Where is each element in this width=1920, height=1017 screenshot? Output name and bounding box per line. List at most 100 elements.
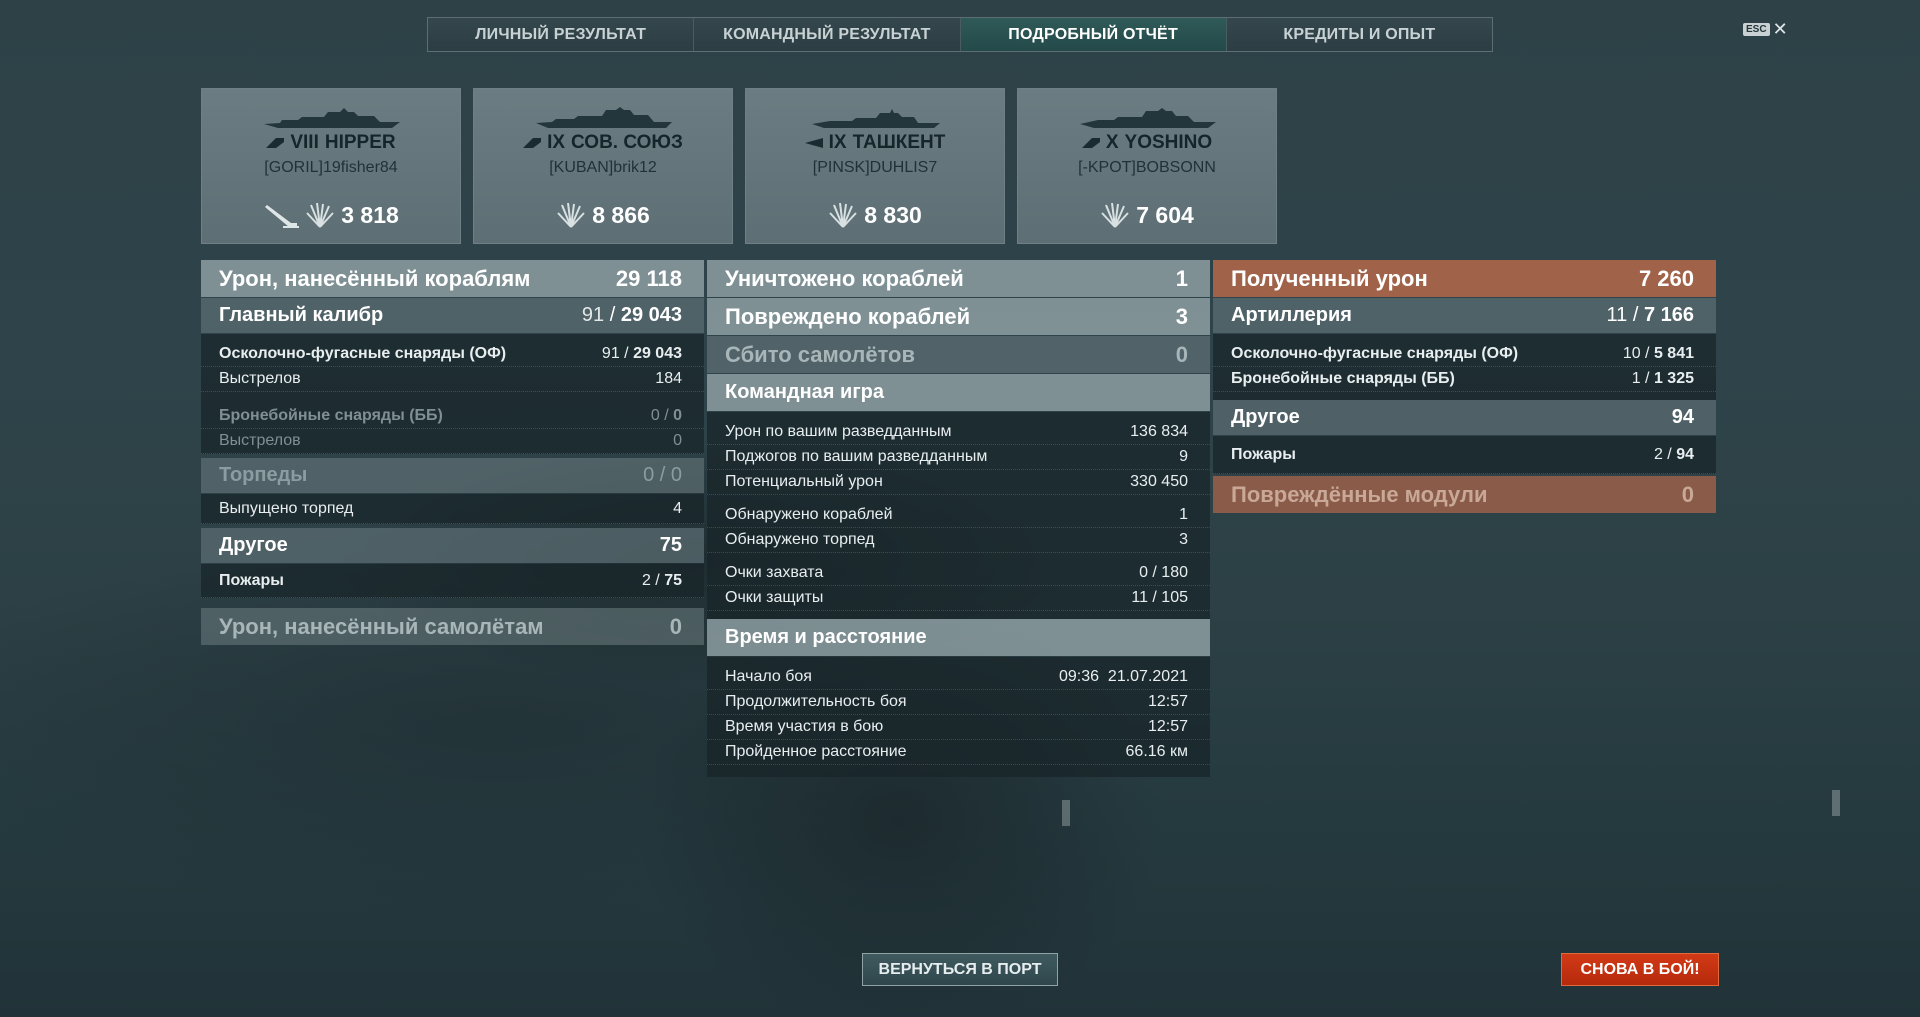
ship-tier: VIII xyxy=(290,132,319,153)
team-play-header: Командная игра xyxy=(707,374,1210,411)
row-label: Обнаружено торпед xyxy=(725,531,875,548)
damage-score: 7 604 xyxy=(1136,201,1194,228)
spotted-ships-row: Обнаружено кораблей 1 xyxy=(707,503,1210,528)
row-label: Поджогов по вашим разведданным xyxy=(725,448,988,465)
close-button[interactable]: ESC ✕ xyxy=(1743,20,1788,38)
row-value: 0 xyxy=(673,407,682,424)
torpedoes-row: Торпеды 0 / 0 xyxy=(201,458,704,493)
torpedoes-launched-row: Выпущено торпед 4 xyxy=(201,494,704,524)
tab-personal-result[interactable]: ЛИЧНЫЙ РЕЗУЛЬТАТ xyxy=(428,18,695,51)
ships-damaged-row: Повреждено кораблей 3 xyxy=(707,298,1210,335)
damage-icon xyxy=(829,202,857,228)
he-shots-row: Выстрелов 184 xyxy=(201,367,704,392)
ship-silhouette-icon xyxy=(264,108,400,128)
row-value: 1 xyxy=(1175,265,1188,291)
row-value: 94 xyxy=(1671,406,1694,428)
ship-card[interactable]: VIII HIPPER [GORIL]19fisher84 3 818 xyxy=(201,88,461,244)
ship-card[interactable]: IX СОВ. СОЮЗ [KUBAN]brik12 8 866 xyxy=(473,88,733,244)
damage-ships-row: Урон, нанесённый кораблям 29 118 xyxy=(201,260,704,297)
ship-card[interactable]: IX ТАШКЕНТ [PINSK]DUHLIS7 8 830 xyxy=(745,88,1005,244)
battle-again-button[interactable]: СНОВА В БОЙ! xyxy=(1561,953,1719,986)
damage-received-row: Полученный урон 7 260 xyxy=(1213,260,1716,297)
row-value: 0 / 180 xyxy=(1139,564,1188,581)
ships-destroyed-row: Уничтожено кораблей 1 xyxy=(707,260,1210,297)
row-value: 136 834 xyxy=(1130,423,1188,440)
ship-cards: VIII HIPPER [GORIL]19fisher84 3 818 IX С… xyxy=(201,88,1277,244)
row-label: Пожары xyxy=(1231,445,1296,463)
other-row: Другое 75 xyxy=(201,528,704,563)
received-other-row: Другое 94 xyxy=(1213,400,1716,435)
tab-credits-xp[interactable]: КРЕДИТЫ И ОПЫТ xyxy=(1226,18,1492,51)
row-label: Повреждено кораблей xyxy=(725,303,971,329)
damage-icon xyxy=(557,202,585,228)
damaged-modules-row: Повреждённые модули 0 xyxy=(1213,476,1716,513)
row-value: 0 xyxy=(1681,481,1694,507)
main-caliber-row: Главный калибр 91 / 29 043 xyxy=(201,298,704,333)
row-value: 94 xyxy=(1676,445,1694,463)
artillery-row: Артиллерия 11 / 7 166 xyxy=(1213,298,1716,333)
row-label: Повреждённые модули xyxy=(1231,481,1488,507)
result-tabs: ЛИЧНЫЙ РЕЗУЛЬТАТ КОМАНДНЫЙ РЕЗУЛЬТАТ ПОД… xyxy=(427,17,1493,52)
row-label: Выстрелов xyxy=(219,370,301,387)
row-value: 09:36 21.07.2021 xyxy=(1058,668,1188,685)
row-value: 29 118 xyxy=(615,265,682,291)
player-name: [PINSK]DUHLIS7 xyxy=(812,159,938,176)
row-value: 0 xyxy=(670,464,682,486)
row-value: 66.16 км xyxy=(1125,743,1188,760)
damage-dealt-panel: Урон, нанесённый кораблям 29 118 Главный… xyxy=(201,260,704,646)
damage-score: 3 818 xyxy=(341,201,399,228)
row-value: 330 450 xyxy=(1130,473,1188,490)
damage-icon xyxy=(1101,202,1129,228)
row-label: Осколочно-фугасные снаряды (ОФ) xyxy=(1231,345,1519,362)
fires-row: Пожары 2 / 75 xyxy=(201,564,704,598)
distance-row: Пройденное расстояние 66.16 км xyxy=(707,740,1210,765)
battle-start-row: Начало боя 09:36 21.07.2021 xyxy=(707,665,1210,690)
tab-detailed-report[interactable]: ПОДРОБНЫЙ ОТЧЁТ xyxy=(960,18,1227,51)
ap-shells-row: Бронебойные снаряды (ББ) 0 / 0 xyxy=(201,404,704,429)
row-label: Обнаружено кораблей xyxy=(725,506,893,523)
damage-planes-row: Урон, нанесённый самолётам 0 xyxy=(201,608,704,645)
scout-fires-row: Поджогов по вашим разведданным 9 xyxy=(707,445,1210,470)
lighthouse-decor xyxy=(1062,800,1070,826)
row-label: Полученный урон xyxy=(1231,265,1428,291)
row-label: Урон, нанесённый самолётам xyxy=(219,613,544,639)
ship-silhouette-icon xyxy=(812,109,940,128)
hits-count: 91 xyxy=(581,304,605,326)
damage-icon xyxy=(306,202,334,228)
row-value: 3 xyxy=(1179,531,1188,548)
row-value: 0 xyxy=(673,432,682,449)
ship-class-icon xyxy=(804,138,823,148)
row-label: Пройденное расстояние xyxy=(725,743,907,760)
return-to-port-button[interactable]: ВЕРНУТЬСЯ В ПОРТ xyxy=(862,953,1058,986)
ship-silhouette-icon xyxy=(1080,108,1216,128)
ship-name: HIPPER xyxy=(324,132,396,153)
ship-card[interactable]: X YOSHINO [-KPOT]BOBSONN 7 604 xyxy=(1017,88,1277,244)
row-label: Очки защиты xyxy=(725,589,824,606)
received-fires-row: Пожары 2 / 94 xyxy=(1213,436,1716,474)
hits-count: 2 xyxy=(1653,445,1663,463)
row-label: Бронебойные снаряды (ББ) xyxy=(219,407,443,424)
ship-name: СОВ. СОЮЗ xyxy=(571,132,683,153)
tab-team-result[interactable]: КОМАНДНЫЙ РЕЗУЛЬТАТ xyxy=(694,18,961,51)
planes-shot-row: Сбито самолётов 0 xyxy=(707,336,1210,373)
player-name: [KUBAN]brik12 xyxy=(549,159,657,176)
row-label: Главный калибр xyxy=(219,304,384,326)
row-label: Другое xyxy=(219,534,288,556)
battle-duration-row: Продолжительность боя 12:57 xyxy=(707,690,1210,715)
defense-points-row: Очки защиты 11 / 105 xyxy=(707,586,1210,611)
row-value: 5 841 xyxy=(1653,345,1694,362)
hits-count: 91 xyxy=(601,345,620,362)
row-label: Артиллерия xyxy=(1231,304,1352,326)
row-label: Сбито самолётов xyxy=(725,341,916,367)
hits-count: 2 xyxy=(641,571,651,589)
row-value: 3 xyxy=(1175,303,1188,329)
row-label: Продолжительность боя xyxy=(725,693,907,710)
ship-name: YOSHINO xyxy=(1124,132,1213,153)
hits-count: 0 xyxy=(650,407,660,424)
row-value: 4 xyxy=(673,499,682,517)
hits-count: 10 xyxy=(1622,345,1641,362)
ap-shots-row: Выстрелов 0 xyxy=(201,429,704,454)
row-label: Пожары xyxy=(219,571,284,589)
hits-count: 1 xyxy=(1631,370,1641,387)
row-value: 0 xyxy=(1175,341,1188,367)
